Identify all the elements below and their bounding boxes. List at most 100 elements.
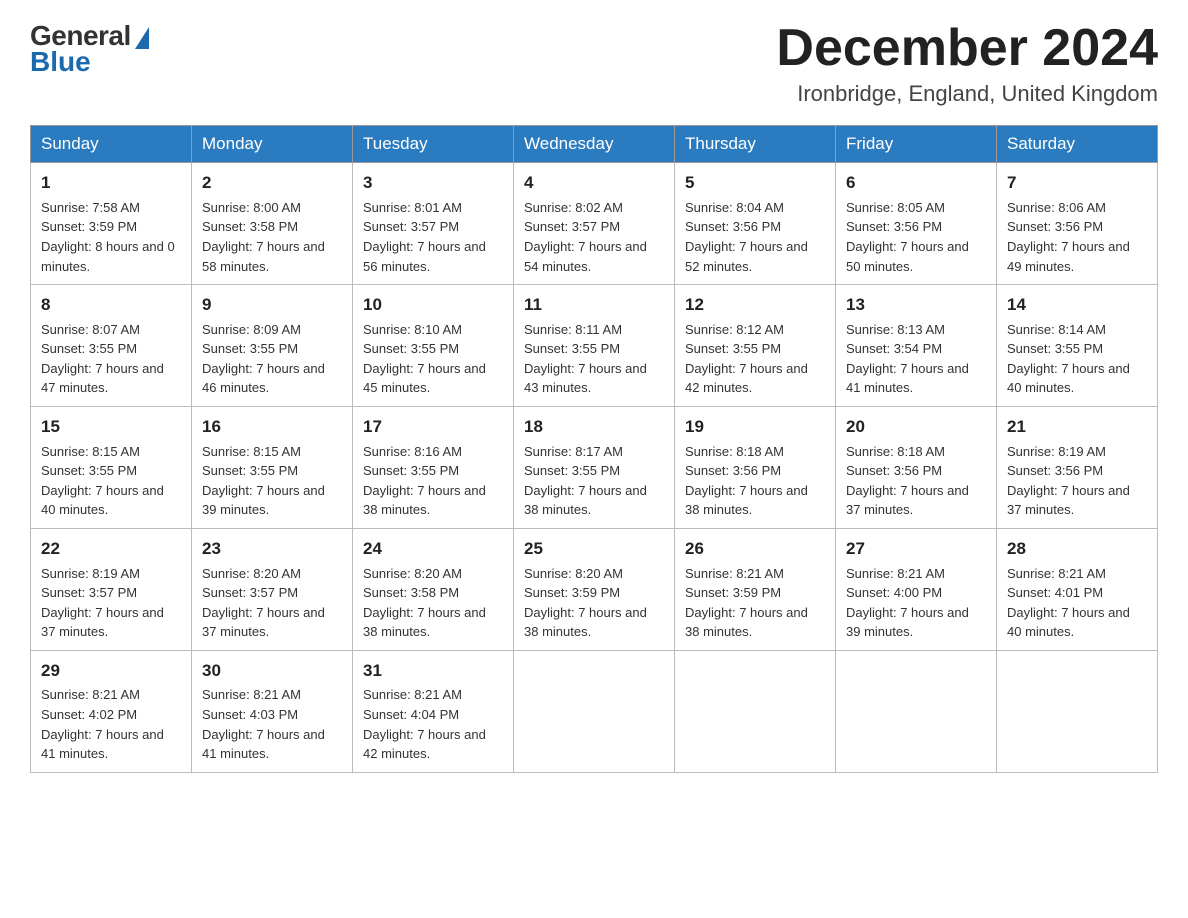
calendar-cell: 21 Sunrise: 8:19 AMSunset: 3:56 PMDaylig… <box>997 406 1158 528</box>
day-info: Sunrise: 8:02 AMSunset: 3:57 PMDaylight:… <box>524 200 647 274</box>
day-info: Sunrise: 8:09 AMSunset: 3:55 PMDaylight:… <box>202 322 325 396</box>
day-number: 22 <box>41 537 181 562</box>
col-wednesday: Wednesday <box>514 126 675 163</box>
day-info: Sunrise: 8:20 AMSunset: 3:57 PMDaylight:… <box>202 566 325 640</box>
col-saturday: Saturday <box>997 126 1158 163</box>
day-info: Sunrise: 8:21 AMSunset: 4:02 PMDaylight:… <box>41 687 164 761</box>
day-number: 26 <box>685 537 825 562</box>
calendar-cell: 9 Sunrise: 8:09 AMSunset: 3:55 PMDayligh… <box>192 285 353 407</box>
day-info: Sunrise: 8:11 AMSunset: 3:55 PMDaylight:… <box>524 322 647 396</box>
day-info: Sunrise: 8:15 AMSunset: 3:55 PMDaylight:… <box>41 444 164 518</box>
day-number: 2 <box>202 171 342 196</box>
location-text: Ironbridge, England, United Kingdom <box>776 81 1158 107</box>
day-info: Sunrise: 8:19 AMSunset: 3:56 PMDaylight:… <box>1007 444 1130 518</box>
calendar-cell: 11 Sunrise: 8:11 AMSunset: 3:55 PMDaylig… <box>514 285 675 407</box>
day-number: 28 <box>1007 537 1147 562</box>
calendar-cell <box>997 650 1158 772</box>
day-number: 31 <box>363 659 503 684</box>
day-number: 10 <box>363 293 503 318</box>
calendar-cell: 17 Sunrise: 8:16 AMSunset: 3:55 PMDaylig… <box>353 406 514 528</box>
day-info: Sunrise: 8:05 AMSunset: 3:56 PMDaylight:… <box>846 200 969 274</box>
week-row-1: 1 Sunrise: 7:58 AMSunset: 3:59 PMDayligh… <box>31 163 1158 285</box>
day-info: Sunrise: 8:12 AMSunset: 3:55 PMDaylight:… <box>685 322 808 396</box>
day-number: 9 <box>202 293 342 318</box>
calendar-cell: 8 Sunrise: 8:07 AMSunset: 3:55 PMDayligh… <box>31 285 192 407</box>
day-info: Sunrise: 8:21 AMSunset: 4:00 PMDaylight:… <box>846 566 969 640</box>
day-number: 17 <box>363 415 503 440</box>
col-friday: Friday <box>836 126 997 163</box>
day-info: Sunrise: 8:18 AMSunset: 3:56 PMDaylight:… <box>685 444 808 518</box>
day-number: 7 <box>1007 171 1147 196</box>
col-tuesday: Tuesday <box>353 126 514 163</box>
calendar-cell: 3 Sunrise: 8:01 AMSunset: 3:57 PMDayligh… <box>353 163 514 285</box>
calendar-cell: 13 Sunrise: 8:13 AMSunset: 3:54 PMDaylig… <box>836 285 997 407</box>
calendar-cell: 30 Sunrise: 8:21 AMSunset: 4:03 PMDaylig… <box>192 650 353 772</box>
calendar-cell: 14 Sunrise: 8:14 AMSunset: 3:55 PMDaylig… <box>997 285 1158 407</box>
calendar-cell: 23 Sunrise: 8:20 AMSunset: 3:57 PMDaylig… <box>192 528 353 650</box>
calendar-cell: 6 Sunrise: 8:05 AMSunset: 3:56 PMDayligh… <box>836 163 997 285</box>
logo-arrow-icon <box>135 27 149 49</box>
logo-blue-text: Blue <box>30 46 91 78</box>
day-info: Sunrise: 8:21 AMSunset: 3:59 PMDaylight:… <box>685 566 808 640</box>
day-number: 13 <box>846 293 986 318</box>
week-row-4: 22 Sunrise: 8:19 AMSunset: 3:57 PMDaylig… <box>31 528 1158 650</box>
page-header: General Blue December 2024 Ironbridge, E… <box>30 20 1158 107</box>
day-number: 30 <box>202 659 342 684</box>
day-number: 12 <box>685 293 825 318</box>
day-info: Sunrise: 8:00 AMSunset: 3:58 PMDaylight:… <box>202 200 325 274</box>
week-row-3: 15 Sunrise: 8:15 AMSunset: 3:55 PMDaylig… <box>31 406 1158 528</box>
day-number: 3 <box>363 171 503 196</box>
day-number: 24 <box>363 537 503 562</box>
day-info: Sunrise: 8:17 AMSunset: 3:55 PMDaylight:… <box>524 444 647 518</box>
calendar-cell: 26 Sunrise: 8:21 AMSunset: 3:59 PMDaylig… <box>675 528 836 650</box>
calendar-cell: 24 Sunrise: 8:20 AMSunset: 3:58 PMDaylig… <box>353 528 514 650</box>
day-info: Sunrise: 8:16 AMSunset: 3:55 PMDaylight:… <box>363 444 486 518</box>
week-row-5: 29 Sunrise: 8:21 AMSunset: 4:02 PMDaylig… <box>31 650 1158 772</box>
day-info: Sunrise: 8:04 AMSunset: 3:56 PMDaylight:… <box>685 200 808 274</box>
day-info: Sunrise: 8:10 AMSunset: 3:55 PMDaylight:… <box>363 322 486 396</box>
col-monday: Monday <box>192 126 353 163</box>
col-thursday: Thursday <box>675 126 836 163</box>
day-info: Sunrise: 8:06 AMSunset: 3:56 PMDaylight:… <box>1007 200 1130 274</box>
day-number: 6 <box>846 171 986 196</box>
calendar-cell <box>514 650 675 772</box>
day-number: 19 <box>685 415 825 440</box>
calendar-cell: 4 Sunrise: 8:02 AMSunset: 3:57 PMDayligh… <box>514 163 675 285</box>
calendar-cell <box>836 650 997 772</box>
day-info: Sunrise: 8:20 AMSunset: 3:59 PMDaylight:… <box>524 566 647 640</box>
calendar-cell: 2 Sunrise: 8:00 AMSunset: 3:58 PMDayligh… <box>192 163 353 285</box>
col-sunday: Sunday <box>31 126 192 163</box>
day-number: 29 <box>41 659 181 684</box>
day-number: 14 <box>1007 293 1147 318</box>
day-info: Sunrise: 8:07 AMSunset: 3:55 PMDaylight:… <box>41 322 164 396</box>
calendar-cell: 31 Sunrise: 8:21 AMSunset: 4:04 PMDaylig… <box>353 650 514 772</box>
day-number: 27 <box>846 537 986 562</box>
calendar-cell: 12 Sunrise: 8:12 AMSunset: 3:55 PMDaylig… <box>675 285 836 407</box>
day-info: Sunrise: 8:20 AMSunset: 3:58 PMDaylight:… <box>363 566 486 640</box>
day-number: 23 <box>202 537 342 562</box>
calendar-cell: 10 Sunrise: 8:10 AMSunset: 3:55 PMDaylig… <box>353 285 514 407</box>
day-info: Sunrise: 8:14 AMSunset: 3:55 PMDaylight:… <box>1007 322 1130 396</box>
day-info: Sunrise: 8:21 AMSunset: 4:04 PMDaylight:… <box>363 687 486 761</box>
calendar-cell: 18 Sunrise: 8:17 AMSunset: 3:55 PMDaylig… <box>514 406 675 528</box>
day-number: 18 <box>524 415 664 440</box>
calendar-cell: 5 Sunrise: 8:04 AMSunset: 3:56 PMDayligh… <box>675 163 836 285</box>
calendar-cell: 19 Sunrise: 8:18 AMSunset: 3:56 PMDaylig… <box>675 406 836 528</box>
calendar-cell: 29 Sunrise: 8:21 AMSunset: 4:02 PMDaylig… <box>31 650 192 772</box>
day-number: 4 <box>524 171 664 196</box>
week-row-2: 8 Sunrise: 8:07 AMSunset: 3:55 PMDayligh… <box>31 285 1158 407</box>
day-number: 1 <box>41 171 181 196</box>
day-number: 11 <box>524 293 664 318</box>
day-info: Sunrise: 8:19 AMSunset: 3:57 PMDaylight:… <box>41 566 164 640</box>
day-info: Sunrise: 8:18 AMSunset: 3:56 PMDaylight:… <box>846 444 969 518</box>
day-number: 8 <box>41 293 181 318</box>
day-number: 16 <box>202 415 342 440</box>
calendar-cell: 15 Sunrise: 8:15 AMSunset: 3:55 PMDaylig… <box>31 406 192 528</box>
day-number: 21 <box>1007 415 1147 440</box>
calendar-cell <box>675 650 836 772</box>
calendar-cell: 16 Sunrise: 8:15 AMSunset: 3:55 PMDaylig… <box>192 406 353 528</box>
day-number: 5 <box>685 171 825 196</box>
day-info: Sunrise: 8:15 AMSunset: 3:55 PMDaylight:… <box>202 444 325 518</box>
day-info: Sunrise: 7:58 AMSunset: 3:59 PMDaylight:… <box>41 200 175 274</box>
month-title: December 2024 <box>776 20 1158 77</box>
